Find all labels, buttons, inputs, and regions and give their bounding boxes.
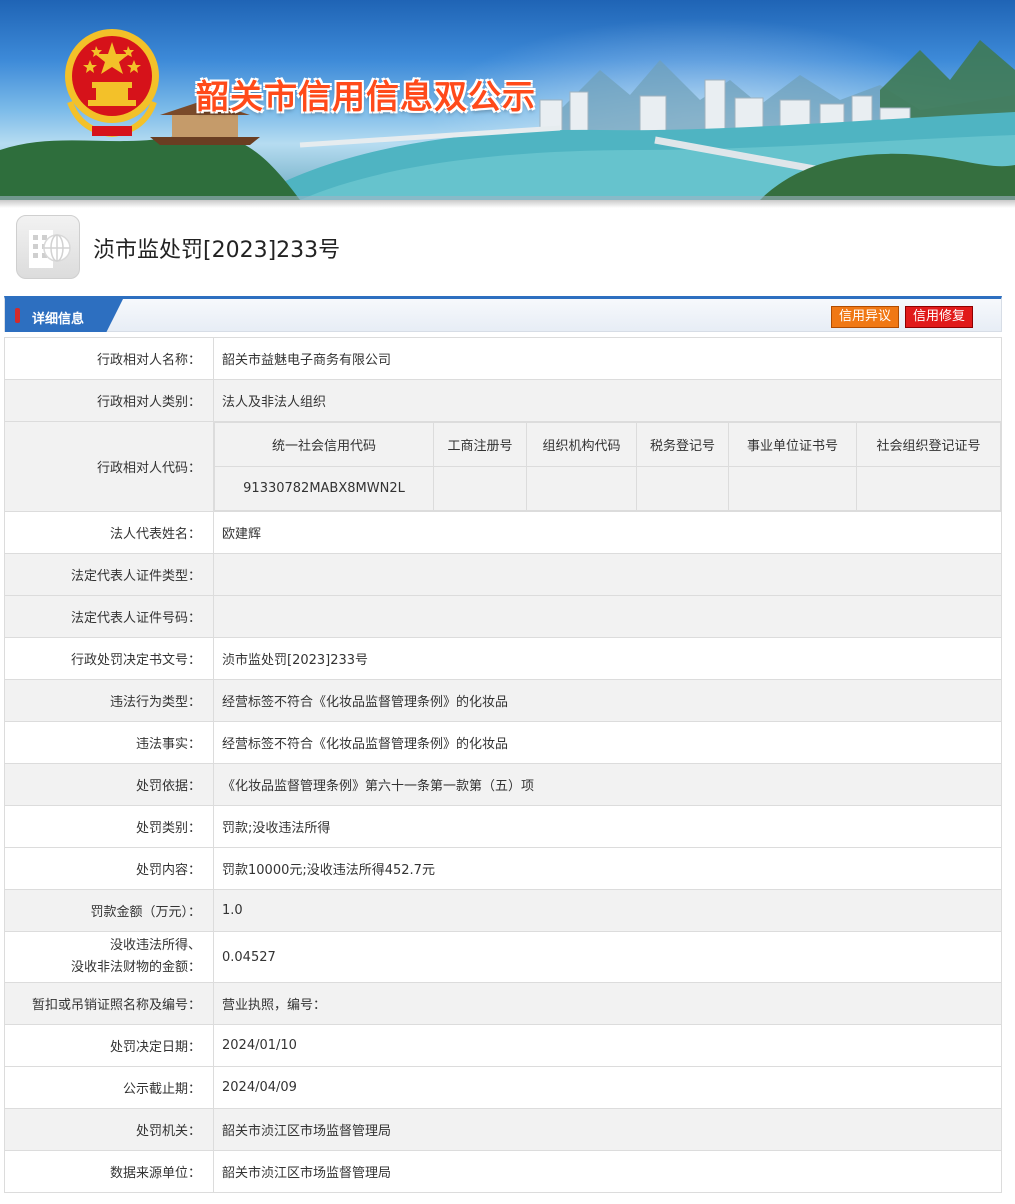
row-label: 行政相对人名称： — [4, 337, 214, 380]
row-label: 行政相对人类别： — [4, 379, 214, 422]
table-row: 行政处罚决定书文号： 浈市监处罚[2023]233号 — [4, 637, 1002, 680]
document-header: 浈市监处罚[2023]233号 — [0, 200, 1015, 296]
codes-header: 事业单位证书号 — [728, 422, 857, 467]
codes-header: 社会组织登记证号 — [856, 422, 1001, 467]
table-row: 行政相对人名称： 韶关市益魅电子商务有限公司 — [4, 337, 1002, 380]
table-row: 处罚类别： 罚款;没收违法所得 — [4, 805, 1002, 848]
codes-header: 组织机构代码 — [526, 422, 637, 467]
table-row: 法人代表姓名： 欧建辉 — [4, 511, 1002, 554]
section-bar: 详细信息 信用异议 信用修复 — [4, 296, 1002, 332]
row-value: 罚款;没收违法所得 — [213, 805, 1002, 848]
row-label: 没收违法所得、 没收非法财物的金额： — [4, 931, 214, 983]
table-row: 处罚依据： 《化妆品监督管理条例》第六十一条第一款第（五）项 — [4, 763, 1002, 806]
row-value: 1.0 — [213, 889, 1002, 932]
row-label: 违法行为类型： — [4, 679, 214, 722]
row-label: 行政处罚决定书文号： — [4, 637, 214, 680]
row-value: 浈市监处罚[2023]233号 — [213, 637, 1002, 680]
page-title: 浈市监处罚[2023]233号 — [93, 238, 341, 263]
table-row: 行政相对人类别： 法人及非法人组织 — [4, 379, 1002, 422]
row-value: 营业执照，编号： — [213, 982, 1002, 1025]
codes-header: 工商注册号 — [433, 422, 527, 467]
row-label: 处罚内容： — [4, 847, 214, 890]
row-value: 欧建辉 — [213, 511, 1002, 554]
row-label-line: 没收违法所得、 — [109, 938, 201, 953]
row-label: 罚款金额（万元）： — [4, 889, 214, 932]
codes-value — [728, 466, 857, 511]
row-value: 2024/01/10 — [213, 1024, 1002, 1067]
table-row: 违法行为类型： 经营标签不符合《化妆品监督管理条例》的化妆品 — [4, 679, 1002, 722]
row-label: 法人代表姓名： — [4, 511, 214, 554]
codes-value — [433, 466, 527, 511]
row-value: 韶关市益魅电子商务有限公司 — [213, 337, 1002, 380]
table-row: 违法事实： 经营标签不符合《化妆品监督管理条例》的化妆品 — [4, 721, 1002, 764]
codes-value — [856, 466, 1001, 511]
row-value: 韶关市浈江区市场监督管理局 — [213, 1108, 1002, 1151]
table-row: 法定代表人证件类型： — [4, 553, 1002, 596]
row-value: 经营标签不符合《化妆品监督管理条例》的化妆品 — [213, 679, 1002, 722]
codes-value-row: 91330782MABX8MWN2L — [214, 466, 1001, 511]
site-title: 韶关市信用信息双公示 — [196, 77, 536, 116]
row-label: 数据来源单位： — [4, 1150, 214, 1193]
table-row: 没收违法所得、 没收非法财物的金额： 0.04527 — [4, 931, 1002, 983]
tab-detail-label: 详细信息 — [32, 312, 85, 327]
national-emblem-icon — [65, 29, 159, 138]
row-label: 处罚类别： — [4, 805, 214, 848]
codes-header-row: 统一社会信用代码 工商注册号 组织机构代码 税务登记号 事业单位证书号 社会组织… — [214, 422, 1001, 467]
table-row: 数据来源单位： 韶关市浈江区市场监督管理局 — [4, 1150, 1002, 1193]
credit-repair-button[interactable]: 信用修复 — [905, 306, 974, 328]
codes-value — [636, 466, 729, 511]
table-row: 处罚决定日期： 2024/01/10 — [4, 1024, 1002, 1067]
row-label: 法定代表人证件号码： — [4, 595, 214, 638]
row-label: 行政相对人代码： — [4, 421, 214, 512]
table-row: 罚款金额（万元）： 1.0 — [4, 889, 1002, 932]
detail-table: 行政相对人名称： 韶关市益魅电子商务有限公司 行政相对人类别： 法人及非法人组织… — [4, 337, 1002, 1193]
codes-cell: 统一社会信用代码 工商注册号 组织机构代码 税务登记号 事业单位证书号 社会组织… — [213, 421, 1002, 512]
tab-marker-icon — [15, 308, 20, 323]
row-label: 公示截止期： — [4, 1066, 214, 1109]
table-row: 处罚机关： 韶关市浈江区市场监督管理局 — [4, 1108, 1002, 1151]
table-row: 处罚内容： 罚款10000元;没收违法所得452.7元 — [4, 847, 1002, 890]
table-row: 暂扣或吊销证照名称及编号： 营业执照，编号： — [4, 982, 1002, 1025]
row-value — [213, 595, 1002, 638]
row-label: 暂扣或吊销证照名称及编号： — [4, 982, 214, 1025]
row-label-line: 没收非法财物的金额： — [70, 960, 201, 975]
table-row: 行政相对人代码： 统一社会信用代码 工商注册号 组织机构代码 税务登记号 事业单… — [4, 421, 1002, 512]
credit-objection-button[interactable]: 信用异议 — [831, 306, 900, 328]
row-value — [213, 553, 1002, 596]
row-value: 2024/04/09 — [213, 1066, 1002, 1109]
row-value: 韶关市浈江区市场监督管理局 — [213, 1150, 1002, 1193]
row-label: 处罚依据： — [4, 763, 214, 806]
tab-detail-info[interactable]: 详细信息 — [5, 299, 123, 332]
row-label: 法定代表人证件类型： — [4, 553, 214, 596]
table-row: 法定代表人证件号码： — [4, 595, 1002, 638]
row-value: 罚款10000元;没收违法所得452.7元 — [213, 847, 1002, 890]
row-label: 违法事实： — [4, 721, 214, 764]
row-value: 经营标签不符合《化妆品监督管理条例》的化妆品 — [213, 721, 1002, 764]
row-value: 0.04527 — [213, 931, 1002, 983]
table-row: 公示截止期： 2024/04/09 — [4, 1066, 1002, 1109]
codes-value — [526, 466, 637, 511]
building-globe-icon — [16, 215, 80, 279]
row-value: 《化妆品监督管理条例》第六十一条第一款第（五）项 — [213, 763, 1002, 806]
row-value: 法人及非法人组织 — [213, 379, 1002, 422]
row-label: 处罚机关： — [4, 1108, 214, 1151]
banner: 韶关市信用信息双公示 — [0, 0, 1015, 200]
codes-table: 统一社会信用代码 工商注册号 组织机构代码 税务登记号 事业单位证书号 社会组织… — [214, 422, 1001, 511]
codes-header: 统一社会信用代码 — [214, 422, 434, 467]
codes-header: 税务登记号 — [636, 422, 729, 467]
row-label: 处罚决定日期： — [4, 1024, 214, 1067]
codes-value: 91330782MABX8MWN2L — [214, 466, 434, 511]
